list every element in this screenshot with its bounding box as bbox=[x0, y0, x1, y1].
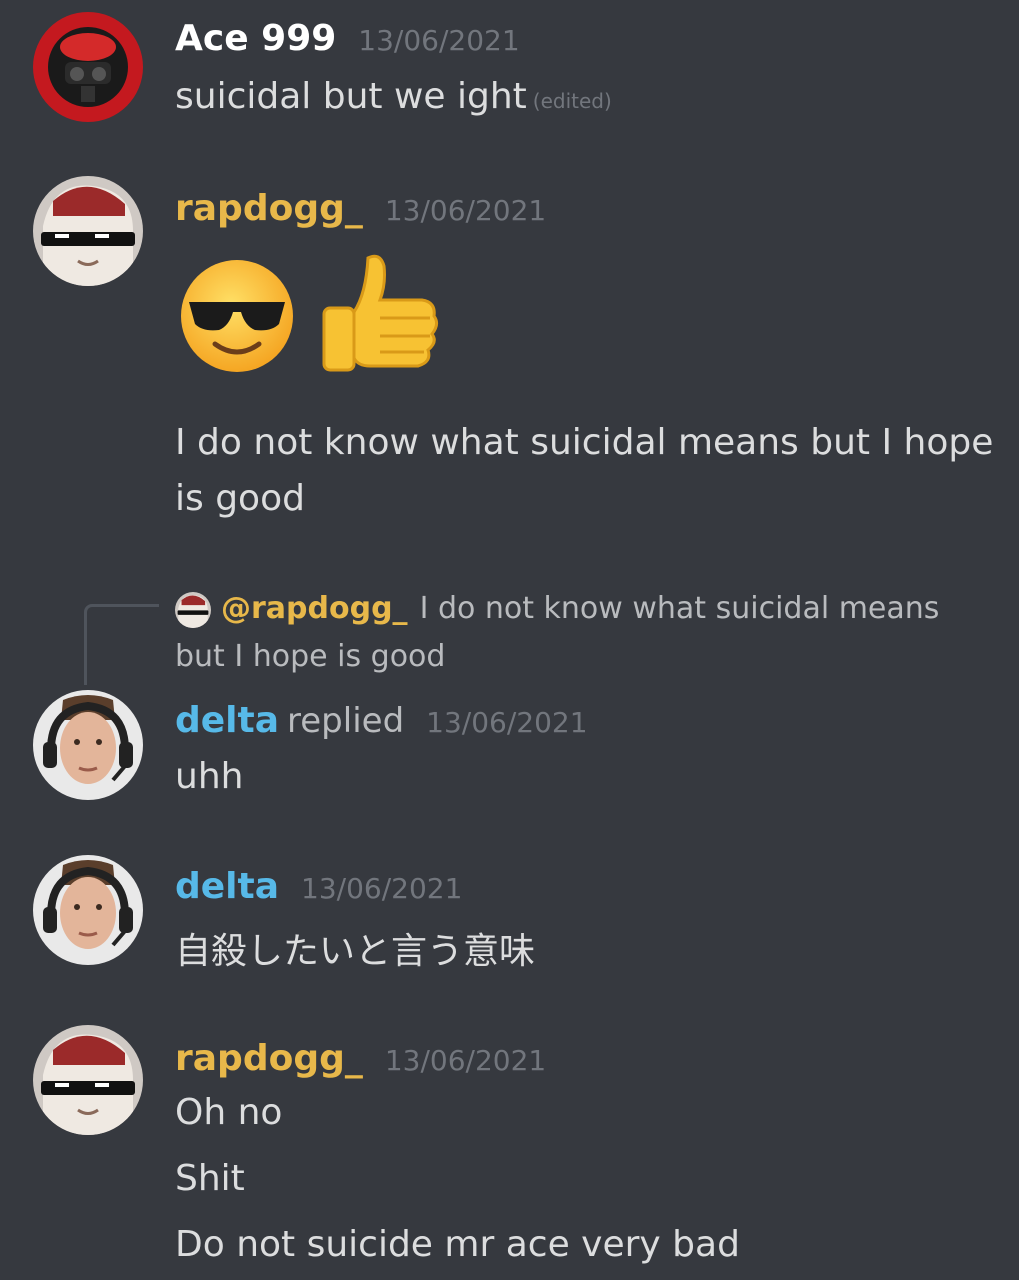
message-header: delta 13/06/2021 bbox=[175, 866, 462, 907]
avatar-rapdogg[interactable] bbox=[33, 176, 143, 286]
emoji-row bbox=[175, 250, 456, 380]
reply-preview[interactable]: @rapdogg_ I do not know what suicidal mea… bbox=[175, 585, 995, 681]
thumbs-up-emoji-icon bbox=[322, 254, 439, 372]
message-text: suicidal but we ight (edited) bbox=[175, 76, 612, 117]
message-header: rapdogg_ 13/06/2021 bbox=[175, 1038, 546, 1079]
username[interactable]: Ace 999 bbox=[175, 18, 336, 59]
username[interactable]: rapdogg_ bbox=[175, 1038, 363, 1079]
timestamp: 13/06/2021 bbox=[301, 872, 463, 905]
message-text: Shit bbox=[175, 1158, 245, 1199]
timestamp: 13/06/2021 bbox=[358, 24, 520, 57]
message-text: Do not suicide mr ace very bad bbox=[175, 1224, 740, 1265]
username[interactable]: delta bbox=[175, 700, 279, 741]
delta-avatar-image bbox=[33, 855, 143, 965]
username[interactable]: rapdogg_ bbox=[175, 188, 363, 229]
message-header: Ace 999 13/06/2021 bbox=[175, 18, 520, 59]
delta-avatar-image bbox=[33, 690, 143, 800]
avatar-ace[interactable] bbox=[33, 12, 143, 122]
message-line: suicidal but we ight bbox=[175, 76, 527, 117]
timestamp: 13/06/2021 bbox=[426, 706, 588, 739]
message-text: Oh no bbox=[175, 1092, 283, 1133]
message-header: rapdogg_ 13/06/2021 bbox=[175, 188, 546, 229]
message-text: uhh bbox=[175, 756, 244, 797]
message-text: 自殺したいと言う意味 bbox=[175, 931, 536, 972]
timestamp: 13/06/2021 bbox=[384, 194, 547, 227]
message-header: delta replied 13/06/2021 bbox=[175, 700, 588, 741]
avatar-rapdogg[interactable] bbox=[33, 1025, 143, 1135]
replied-label: replied bbox=[287, 701, 405, 741]
avatar-delta[interactable] bbox=[33, 855, 143, 965]
reply-connector bbox=[84, 604, 159, 685]
rapdogg-avatar-image bbox=[33, 176, 143, 286]
username[interactable]: delta bbox=[175, 866, 279, 907]
reply-mention[interactable]: @rapdogg_ bbox=[221, 591, 408, 626]
sunglasses-emoji-icon bbox=[181, 260, 293, 372]
ace-avatar-image bbox=[33, 12, 143, 122]
rapdogg-avatar-image bbox=[33, 1025, 143, 1135]
timestamp: 13/06/2021 bbox=[384, 1044, 547, 1077]
reply-avatar bbox=[175, 591, 211, 628]
edited-label: (edited) bbox=[532, 89, 612, 113]
avatar-delta[interactable] bbox=[33, 690, 143, 800]
chat-log: Ace 999 13/06/2021 suicidal but we ight (e… bbox=[0, 0, 1019, 1280]
message-text: is good bbox=[175, 478, 305, 519]
message-text: I do not know what suicidal means but I … bbox=[175, 422, 994, 463]
